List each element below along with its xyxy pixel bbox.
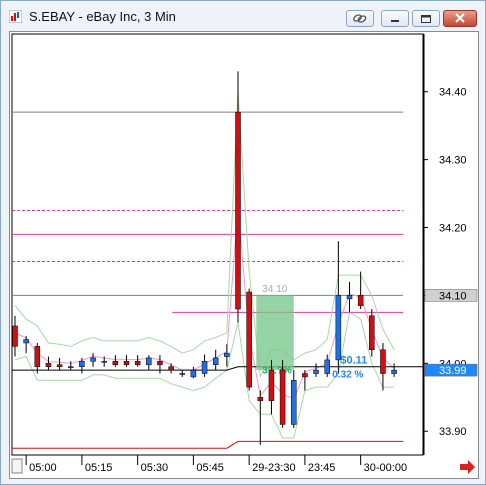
annotation-top-label: 34.10 <box>262 284 287 295</box>
candle-body <box>268 369 275 401</box>
title-bar[interactable]: S.EBAY - eBay Inc, 3 Min <box>1 1 485 31</box>
x-tick-label: 05:45 <box>196 462 224 474</box>
gain-value-label: $0.11 <box>340 354 367 366</box>
restore-icon <box>421 15 431 23</box>
y-tick-label: 34.20 <box>439 223 467 235</box>
x-tick-label: 05:30 <box>141 462 169 474</box>
candle-body <box>391 369 397 374</box>
candle-body <box>313 369 319 374</box>
minimize-icon <box>391 20 399 22</box>
x-tick-label: 29-23:30 <box>252 462 295 474</box>
candle-body <box>380 349 386 374</box>
gain-percent-label: 0.32 % <box>332 369 363 380</box>
candle-body <box>224 352 230 357</box>
candle-body <box>68 366 74 368</box>
candle-body <box>79 361 85 367</box>
candle-body <box>369 315 375 351</box>
link-button[interactable] <box>346 10 374 27</box>
candle-body <box>45 363 52 367</box>
candle-body <box>146 357 152 365</box>
y-tick-label: 34.30 <box>439 155 467 167</box>
chart-app-icon <box>9 10 22 23</box>
x-tick-label: 23:45 <box>308 462 336 474</box>
candle-body <box>201 361 208 374</box>
scroll-handle <box>11 458 23 474</box>
chart-window: S.EBAY - eBay Inc, 3 Min 34.103?.?%$0. <box>0 0 486 485</box>
candle-body <box>23 339 29 344</box>
x-tick-label: 05:15 <box>85 462 113 474</box>
plot-frame <box>11 33 424 456</box>
candle-body <box>257 397 264 401</box>
candle-body <box>302 373 308 378</box>
selection-box <box>256 295 294 371</box>
candle-body <box>134 361 141 365</box>
x-tick-label: 05:00 <box>29 462 57 474</box>
candle-body <box>112 361 119 365</box>
candle-body <box>90 357 96 362</box>
close-icon <box>455 13 465 23</box>
candle-body <box>212 357 219 365</box>
link-icon <box>353 14 367 23</box>
candle-body <box>123 361 130 365</box>
candle-body <box>34 346 41 367</box>
candle-body <box>56 364 63 367</box>
right-arrow-icon[interactable] <box>460 460 475 474</box>
close-button[interactable] <box>443 10 477 27</box>
y-tick-label: 34.40 <box>439 87 467 99</box>
candle-body <box>324 359 330 374</box>
candle-body <box>235 111 241 310</box>
candlestick-chart[interactable]: 34.10 3?.?% $0.11 0.32 % 34.40 34.30 34.20 34.1… <box>10 32 478 478</box>
minimize-button[interactable] <box>381 10 409 27</box>
price-tag-label: 33.99 <box>439 365 467 377</box>
price-chart[interactable]: 34.10 3?.?% $0.11 0.32 % 34.40 34.30 34.20 34.1… <box>9 31 479 479</box>
price-tag-label: 34.10 <box>439 290 467 302</box>
candle-body <box>101 361 107 363</box>
candle-body <box>357 295 364 306</box>
restore-button[interactable] <box>412 10 440 27</box>
candle-body <box>335 295 342 361</box>
candle-body <box>168 366 174 371</box>
candle-body <box>157 361 163 365</box>
candle-body <box>246 291 252 388</box>
candle-body <box>291 380 297 425</box>
candle-body <box>12 325 18 347</box>
candle-body <box>279 369 286 425</box>
x-tick-label: 30-00:00 <box>364 462 407 474</box>
candle-body <box>179 373 185 375</box>
y-tick-label: 33.90 <box>439 426 467 438</box>
candle-body <box>190 369 197 378</box>
candle-body <box>346 295 353 300</box>
annotation-mid-label: 3?.?% <box>262 366 292 377</box>
window-title: S.EBAY - eBay Inc, 3 Min <box>29 9 176 24</box>
